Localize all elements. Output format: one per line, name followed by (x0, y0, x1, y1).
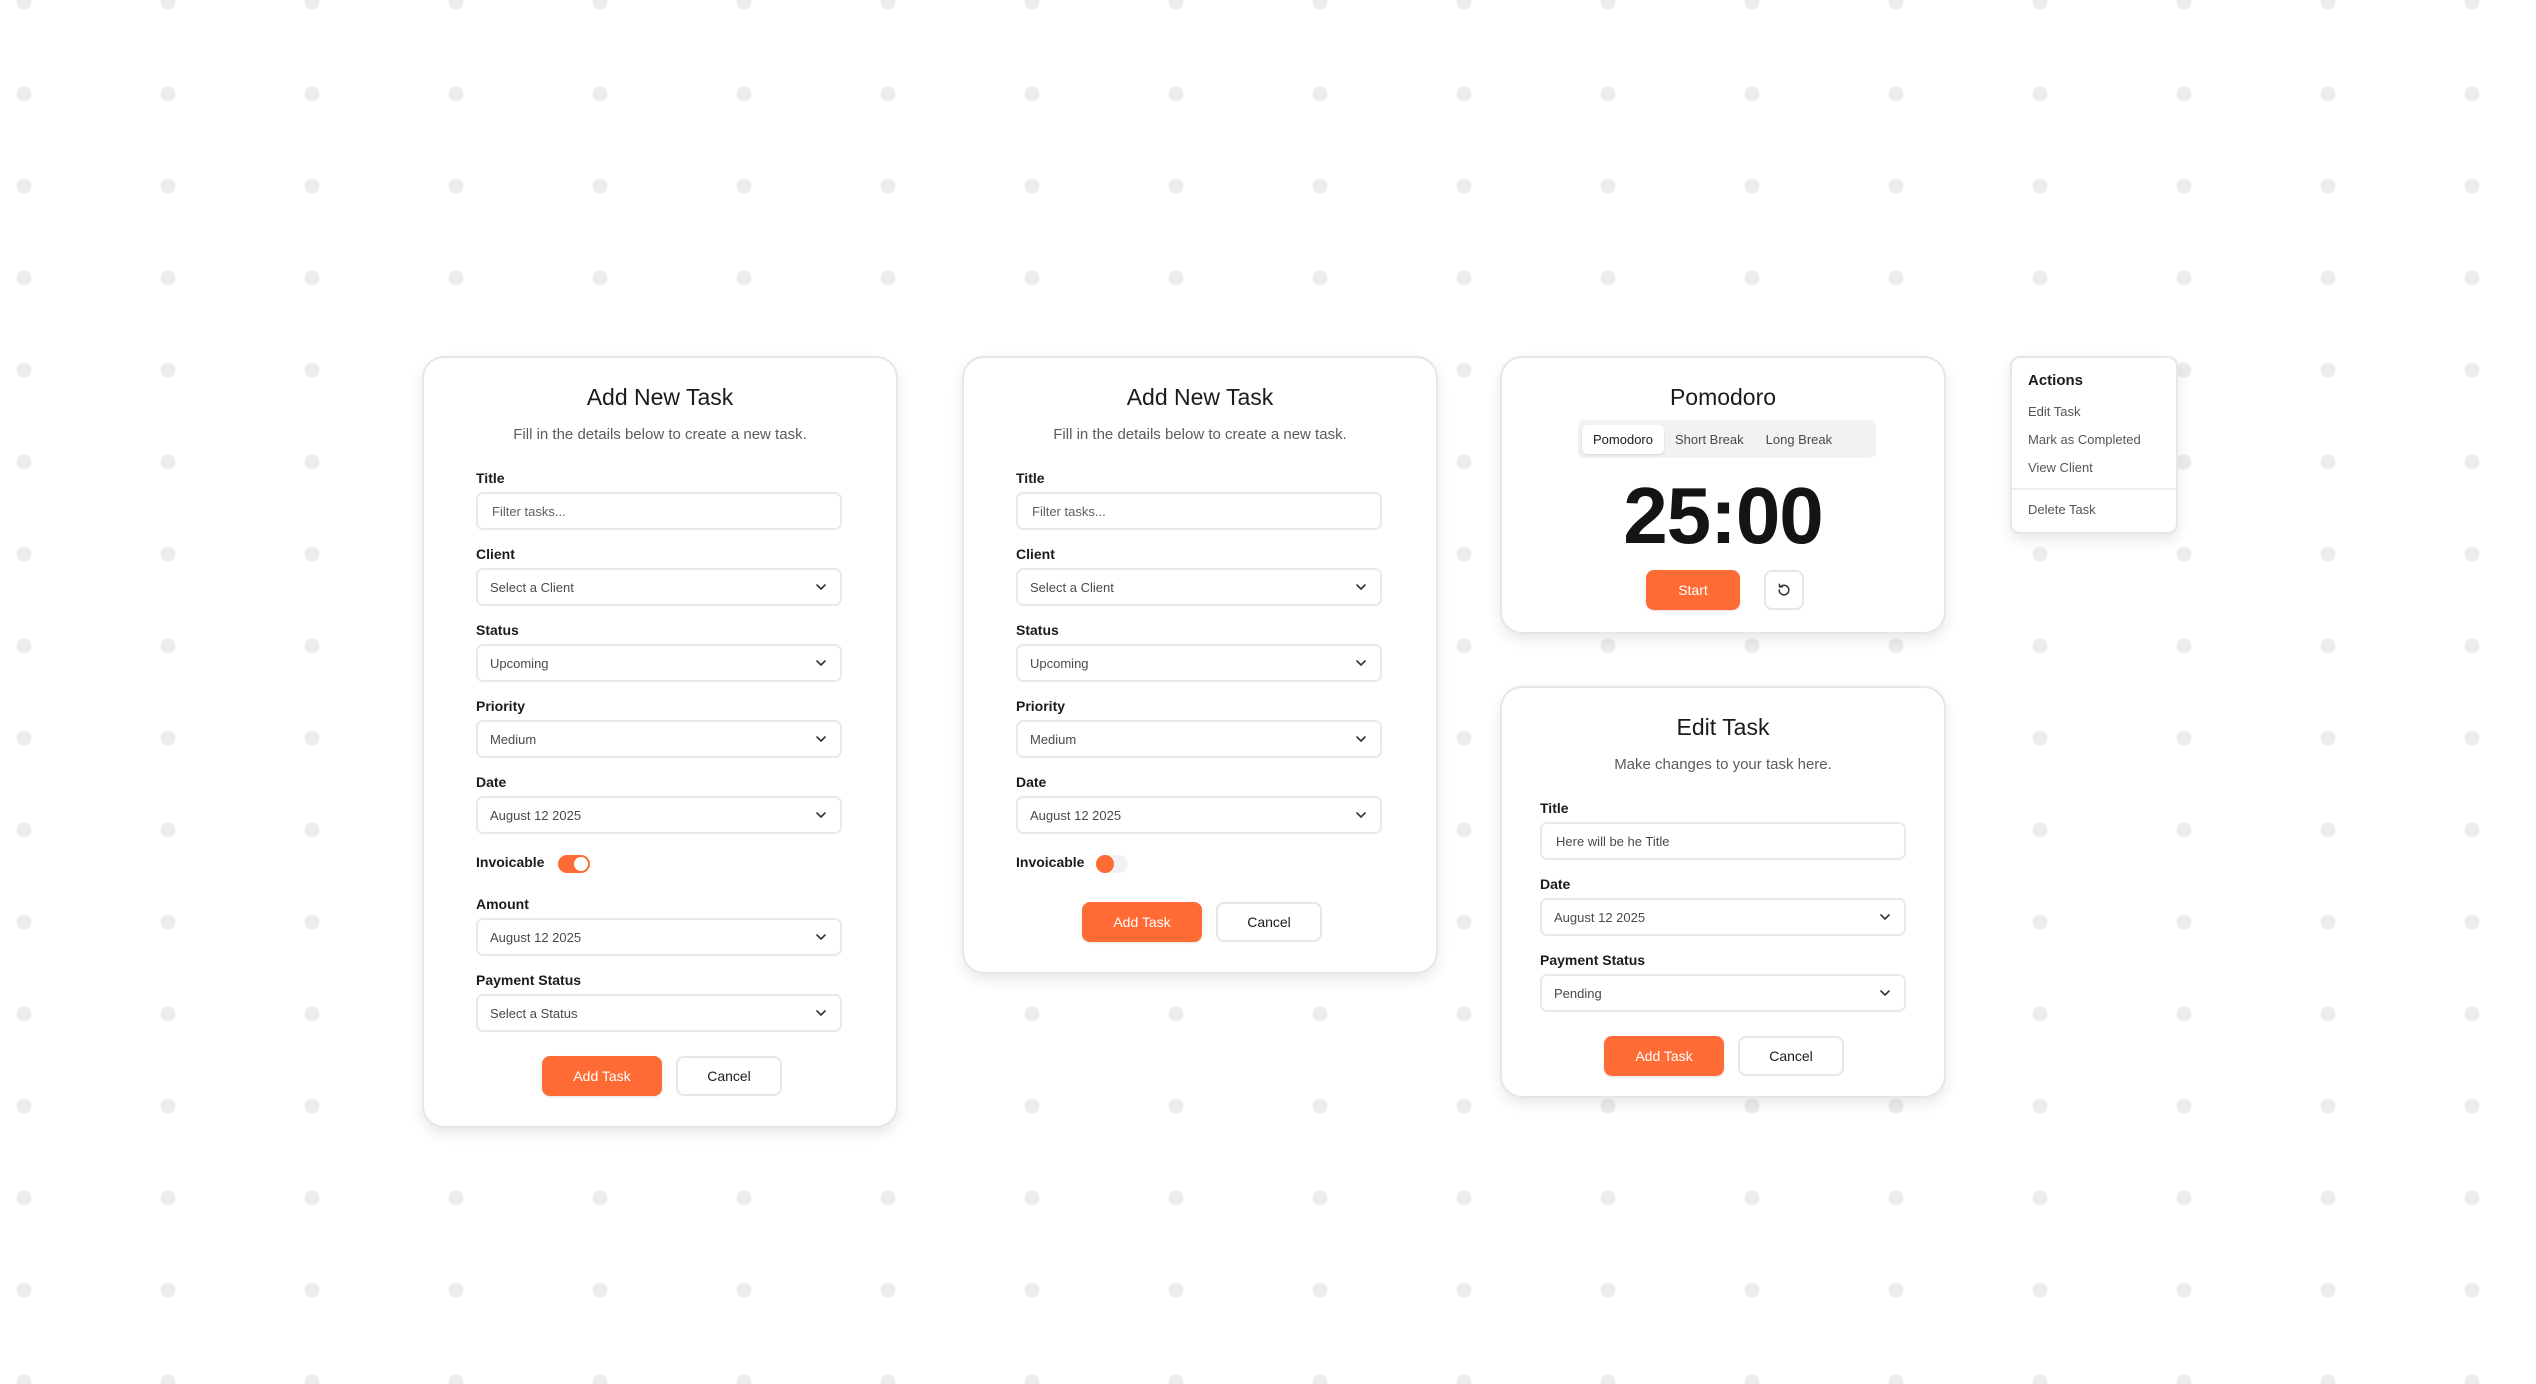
client-select-value: Select a Client (490, 579, 574, 595)
add-task-button[interactable]: Add Task (542, 1056, 662, 1096)
priority-label: Priority (1016, 698, 1066, 714)
menu-divider (2012, 488, 2176, 490)
chevron-down-icon (1880, 990, 1890, 996)
title-label: Title (476, 470, 505, 486)
chevron-down-icon (816, 736, 826, 742)
amount-select-value: August 12 2025 (490, 929, 582, 945)
chevron-down-icon (816, 934, 826, 940)
pomodoro-card: Pomodoro Pomodoro Short Break Long Break… (1500, 356, 1946, 634)
cancel-button[interactable]: Cancel (1738, 1036, 1844, 1076)
chevron-down-icon (1356, 584, 1366, 590)
title-input-wrapper (1016, 492, 1382, 530)
status-select[interactable]: Upcoming (476, 644, 842, 682)
chevron-down-icon (1356, 660, 1366, 666)
date-select-value: August 12 2025 (1030, 807, 1122, 823)
date-select-value: August 12 2025 (1554, 909, 1646, 925)
status-select-value: Upcoming (1030, 655, 1089, 671)
invoicable-label: Invoicable (1016, 854, 1085, 870)
title-label: Title (1540, 800, 1569, 816)
date-select[interactable]: August 12 2025 (476, 796, 842, 834)
reset-button[interactable] (1764, 570, 1804, 610)
chevron-down-icon (1356, 736, 1366, 742)
tab-long-break[interactable]: Long Break (1755, 425, 1844, 454)
timer-display: 25:00 (1623, 471, 1824, 560)
chevron-down-icon (1880, 914, 1890, 920)
add-task-button[interactable]: Add Task (1604, 1036, 1724, 1076)
dialog-subtitle: Fill in the details below to create a ne… (513, 426, 807, 443)
pomodoro-title: Pomodoro (1669, 384, 1777, 410)
date-label: Date (476, 774, 507, 790)
menu-item-delete-task[interactable]: Delete Task (2028, 502, 2096, 517)
dialog-subtitle: Fill in the details below to create a ne… (1053, 426, 1347, 443)
priority-select-value: Medium (1030, 731, 1077, 747)
tab-short-break[interactable]: Short Break (1664, 425, 1755, 454)
chevron-down-icon (816, 584, 826, 590)
status-label: Status (476, 622, 519, 638)
edit-task-dialog: Edit Task Make changes to your task here… (1500, 686, 1946, 1098)
menu-item-edit-task[interactable]: Edit Task (2028, 404, 2081, 419)
dialog-title: Add New Task (586, 384, 734, 410)
actions-menu: Actions Edit Task Mark as Completed View… (2010, 356, 2178, 534)
date-label: Date (1540, 876, 1571, 892)
client-select[interactable]: Select a Client (476, 568, 842, 606)
start-button[interactable]: Start (1646, 570, 1740, 610)
date-label: Date (1016, 774, 1047, 790)
date-select-value: August 12 2025 (490, 807, 582, 823)
client-label: Client (1016, 546, 1055, 562)
chevron-down-icon (816, 660, 826, 666)
amount-label: Amount (476, 896, 529, 912)
chevron-down-icon (816, 1010, 826, 1016)
date-select[interactable]: August 12 2025 (1016, 796, 1382, 834)
cancel-button[interactable]: Cancel (1216, 902, 1322, 942)
menu-item-view-client[interactable]: View Client (2028, 460, 2093, 475)
pomodoro-mode-tabs: Pomodoro Short Break Long Break (1578, 420, 1876, 458)
actions-menu-title: Actions (2028, 372, 2084, 389)
payment-status-select-value: Select a Status (490, 1005, 578, 1021)
client-label: Client (476, 546, 515, 562)
chevron-down-icon (1356, 812, 1366, 818)
cancel-button[interactable]: Cancel (676, 1056, 782, 1096)
add-task-dialog-compact: Add New Task Fill in the details below t… (962, 356, 1438, 974)
invoicable-toggle[interactable] (1096, 855, 1128, 873)
chevron-down-icon (816, 812, 826, 818)
invoicable-toggle[interactable] (558, 855, 590, 873)
status-select[interactable]: Upcoming (1016, 644, 1382, 682)
title-input-wrapper (1540, 822, 1906, 860)
priority-select-value: Medium (490, 731, 537, 747)
date-select[interactable]: August 12 2025 (1540, 898, 1906, 936)
reset-icon (1778, 583, 1790, 596)
payment-status-label: Payment Status (1540, 952, 1646, 968)
client-select[interactable]: Select a Client (1016, 568, 1382, 606)
title-label: Title (1016, 470, 1045, 486)
status-label: Status (1016, 622, 1059, 638)
dialog-title: Edit Task (1676, 714, 1770, 740)
invoicable-label: Invoicable (476, 854, 545, 870)
dialog-subtitle: Make changes to your task here. (1614, 756, 1832, 773)
payment-status-select[interactable]: Select a Status (476, 994, 842, 1032)
client-select-value: Select a Client (1030, 579, 1114, 595)
amount-select[interactable]: August 12 2025 (476, 918, 842, 956)
priority-select[interactable]: Medium (1016, 720, 1382, 758)
dialog-title: Add New Task (1126, 384, 1274, 410)
add-task-button[interactable]: Add Task (1082, 902, 1202, 942)
status-select-value: Upcoming (490, 655, 549, 671)
toggle-knob (574, 857, 588, 871)
payment-status-select[interactable]: Pending (1540, 974, 1906, 1012)
payment-status-select-value: Pending (1554, 985, 1602, 1001)
title-input[interactable] (1554, 832, 1892, 850)
menu-item-mark-completed[interactable]: Mark as Completed (2028, 432, 2141, 447)
priority-label: Priority (476, 698, 526, 714)
priority-select[interactable]: Medium (476, 720, 842, 758)
add-task-dialog-full: Add New Task Fill in the details below t… (422, 356, 898, 1128)
tab-pomodoro[interactable]: Pomodoro (1582, 424, 1664, 454)
title-input-wrapper (476, 492, 842, 530)
toggle-knob (1096, 855, 1114, 873)
title-input[interactable] (490, 502, 828, 520)
title-input[interactable] (1030, 502, 1368, 520)
payment-status-label: Payment Status (476, 972, 582, 988)
